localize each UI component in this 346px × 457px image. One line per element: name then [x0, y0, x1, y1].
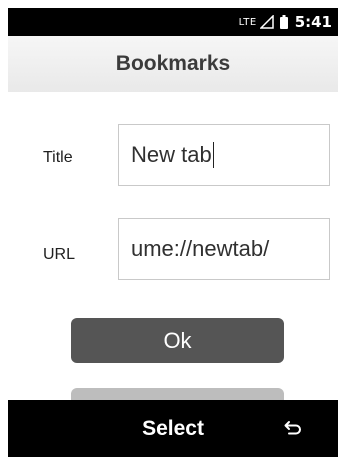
- title-label: Title: [43, 149, 73, 166]
- status-bar: LTE 5:41: [8, 8, 338, 36]
- page-header: Bookmarks: [8, 36, 338, 92]
- page-title: Bookmarks: [115, 52, 231, 75]
- battery-icon: [279, 15, 288, 29]
- signal-icon: [259, 15, 274, 29]
- text-caret: [212, 142, 215, 168]
- ok-button[interactable]: Ok: [71, 318, 284, 363]
- url-input[interactable]: ume://newtab/: [118, 218, 330, 280]
- network-type: LTE: [238, 16, 257, 28]
- softkey-bar: Select: [8, 400, 338, 457]
- back-icon[interactable]: [284, 420, 302, 436]
- url-label: URL: [43, 246, 76, 263]
- clock-time: 5:41: [294, 13, 332, 31]
- title-input-value: New tab: [131, 142, 212, 167]
- title-input[interactable]: New tab: [118, 124, 330, 186]
- url-input-value: ume://newtab/: [131, 236, 270, 261]
